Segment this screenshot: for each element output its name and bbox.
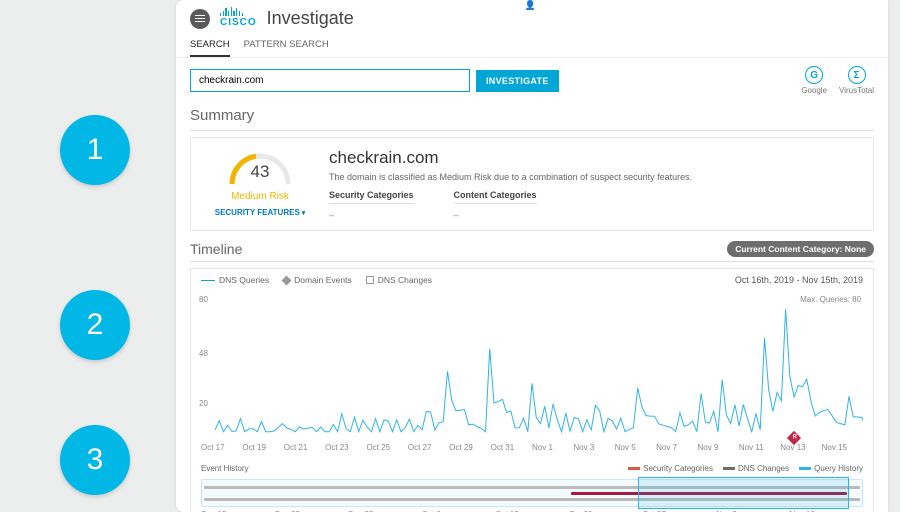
domain-desc: The domain is classified as Medium Risk … — [329, 172, 859, 182]
selection-window[interactable] — [638, 477, 849, 509]
person-icon: 👤 — [525, 0, 536, 11]
security-categories-header: Security Categories — [329, 190, 414, 200]
chart-svg — [201, 291, 863, 441]
legend-query-history[interactable]: Query History — [799, 464, 863, 473]
brand-text: CISCO — [220, 17, 257, 28]
legend-label: Query History — [814, 464, 863, 473]
search-input[interactable] — [190, 69, 470, 92]
search-row: INVESTIGATE G Google Σ VirusTotal — [176, 58, 888, 103]
event-history: Event History 👤 Security Categories DNS … — [201, 464, 863, 512]
event-history-legend: Security Categories DNS Changes Query Hi… — [628, 464, 863, 473]
risk-label: Medium Risk — [205, 191, 315, 202]
summary-heading: Summary — [176, 103, 888, 130]
event-history-title: Event History — [201, 464, 249, 473]
content-categories-value: – — [454, 210, 537, 220]
risk-gauge: 43 Medium Risk SECURITY FEATURES — [205, 148, 315, 220]
legend-label: Domain Events — [294, 275, 352, 285]
investigate-button[interactable]: INVESTIGATE — [476, 70, 559, 92]
hexagon-icon — [366, 276, 374, 284]
legend-sec-cat[interactable]: Security Categories — [628, 464, 713, 473]
top-tabs: SEARCH PATTERN SEARCH — [176, 33, 888, 58]
max-queries-label: Max. Queries: 80 — [800, 295, 861, 304]
legend-dns-changes[interactable]: DNS Changes — [366, 275, 432, 285]
legend-label: DNS Queries — [219, 275, 269, 285]
virustotal-label: VirusTotal — [839, 86, 874, 95]
callout-2: 2 — [60, 290, 130, 360]
callout-3: 3 — [60, 425, 130, 495]
app-title: Investigate — [267, 8, 354, 29]
google-icon: G — [805, 66, 823, 84]
legend-domain-events[interactable]: Domain Events — [283, 275, 352, 285]
timeline-header: Timeline Current Content Category: None — [190, 241, 874, 257]
callout-1: 1 — [60, 115, 130, 185]
legend-label: DNS Changes — [378, 275, 432, 285]
google-label: Google — [801, 86, 827, 95]
ytick: 48 — [199, 349, 208, 358]
tab-search[interactable]: SEARCH — [190, 33, 230, 57]
legend-dns-changes[interactable]: DNS Changes — [723, 464, 789, 473]
timeline-heading: Timeline — [190, 241, 727, 257]
ytick: 20 — [199, 399, 208, 408]
diamond-icon — [282, 275, 292, 285]
security-categories-value: – — [329, 210, 414, 220]
google-link[interactable]: G Google — [801, 66, 827, 95]
content-categories-header: Content Categories — [454, 190, 537, 200]
category-columns: Security Categories – Content Categories… — [329, 190, 859, 220]
summary-card: 43 Medium Risk SECURITY FEATURES checkra… — [190, 137, 874, 231]
tab-pattern-search[interactable]: PATTERN SEARCH — [244, 33, 329, 57]
legend-dns-queries[interactable]: DNS Queries — [201, 275, 269, 285]
domain-name: checkrain.com — [329, 148, 859, 168]
virustotal-icon: Σ — [848, 66, 866, 84]
legend-label: DNS Changes — [738, 464, 789, 473]
risk-score: 43 — [226, 162, 294, 182]
summary-main: checkrain.com The domain is classified a… — [329, 148, 859, 220]
security-features-toggle[interactable]: SECURITY FEATURES — [205, 208, 315, 217]
ytick: 80 — [199, 295, 208, 304]
dns-queries-chart[interactable]: Max. Queries: 80 80 48 20 — [201, 291, 863, 441]
legend-label: Security Categories — [643, 464, 713, 473]
event-history-bars[interactable] — [201, 479, 863, 507]
timeline-legend: DNS Queries Domain Events DNS Changes Oc… — [201, 275, 863, 285]
virustotal-link[interactable]: Σ VirusTotal — [839, 66, 874, 95]
cisco-logo: CISCO — [220, 9, 257, 28]
cisco-bars-icon — [220, 7, 243, 16]
app-window: CISCO Investigate SEARCH PATTERN SEARCH … — [176, 0, 888, 512]
line-icon — [201, 280, 215, 281]
content-category-badge: Current Content Category: None — [727, 241, 874, 257]
divider — [190, 261, 874, 262]
divider — [190, 130, 874, 131]
external-links: G Google Σ VirusTotal — [801, 66, 874, 95]
menu-icon[interactable] — [190, 9, 210, 29]
timeline-card: DNS Queries Domain Events DNS Changes Oc… — [190, 268, 874, 512]
date-range: Oct 16th, 2019 - Nov 15th, 2019 — [735, 275, 863, 285]
